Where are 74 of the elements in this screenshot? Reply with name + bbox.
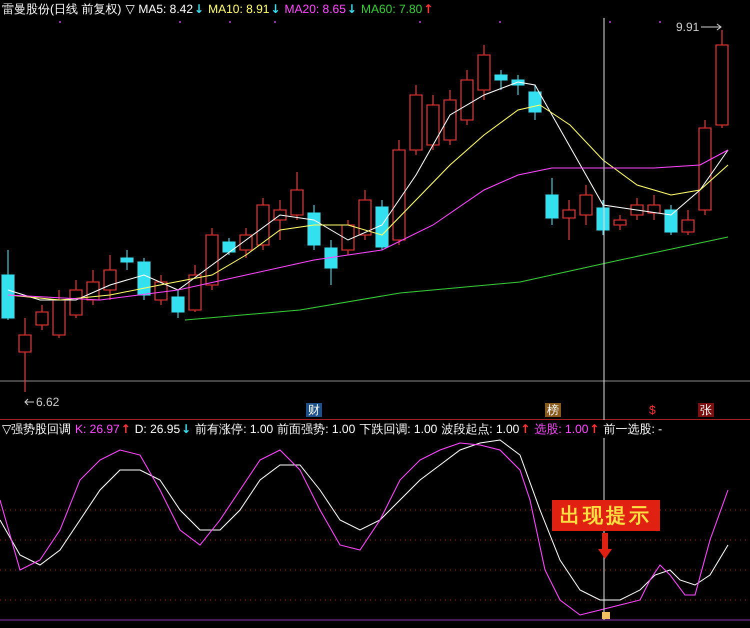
candlestick [580,184,592,226]
candlestick [478,44,490,100]
ma-value: MA60: 7.80 [360,2,422,16]
candlestick [460,70,474,126]
down-arrow-icon [598,533,612,559]
stock-title: 雷曼股份(日线 前复权) [2,0,122,18]
indicator-value: 波段起点: 1.00 [441,420,520,438]
candlestick [494,70,508,90]
indicator-value: 下跌回调: 1.00 [359,420,438,438]
trend-arrow: ↓ [346,2,357,16]
candlestick [426,94,440,150]
candlestick [512,74,524,96]
candlestick [206,228,218,290]
candlestick [648,194,660,220]
candlestick [222,238,236,256]
candlestick [86,270,100,306]
candlestick [324,240,338,286]
candlestick [528,84,542,120]
candlestick [614,214,626,230]
candlestick [376,200,388,250]
candlestick [562,200,576,240]
event-marker[interactable]: 榜 [545,403,561,417]
event-marker[interactable]: $ [647,403,658,417]
indicator-value: 选股: 1.00 [534,420,588,438]
candlestick [104,254,116,300]
high-price-label: 9.91 [676,20,700,34]
trend-arrow: ↑ [589,422,600,436]
indicator-toggle[interactable]: ▽ [2,422,11,436]
signal-callout: 出现提示 [552,500,660,531]
candlestick [154,274,168,306]
candlestick [410,84,422,156]
left-arrow-icon [24,398,34,406]
indicator-value: 前面强势: 1.00 [277,420,356,438]
candlestick [172,290,184,318]
trend-arrow: ↑ [520,422,530,436]
candlestick [444,90,456,146]
indicator-value: 前有涨停: 1.00 [195,420,274,438]
ma-value: MA5: 8.42 [138,2,194,16]
candlestick [256,198,270,250]
right-arrow-icon [701,23,724,31]
candlestick [52,290,66,338]
low-price-label: 6.62 [36,395,60,409]
indicator-value: 前一选股: - [603,420,662,438]
candlestick [308,204,320,250]
candlestick [138,258,150,300]
candlestick [342,220,354,256]
indicator-value: D: 26.95 [134,422,180,436]
indicator-toggle[interactable]: ▽ [125,2,134,16]
signal-marker [602,612,610,619]
candlestick [36,304,48,330]
candlestick [664,204,678,236]
indicator-title: 强势股回调 [11,420,71,438]
trend-arrow: ↓ [194,2,204,16]
trend-arrow: ↑ [423,2,434,16]
event-marker[interactable]: 财 [306,403,322,417]
candlestick [2,250,14,320]
trend-arrow: ↑ [120,422,131,436]
ma-value: MA20: 8.65 [284,2,346,16]
candlestick [682,210,694,236]
trend-arrow: ↓ [181,422,192,436]
indicator-value: K: 26.97 [75,422,120,436]
candlestick [70,280,82,318]
ma-value: MA10: 8.91 [208,2,270,16]
candlestick [596,200,610,236]
candlestick [290,172,304,220]
candlestick [630,198,644,220]
trend-arrow: ↓ [270,2,281,16]
candlestick [120,250,134,270]
candlestick [546,178,558,226]
candlestick [188,264,202,312]
candlestick [358,190,372,240]
candlestick [240,228,252,258]
event-marker[interactable]: 张 [698,403,714,417]
candlestick [274,200,286,240]
